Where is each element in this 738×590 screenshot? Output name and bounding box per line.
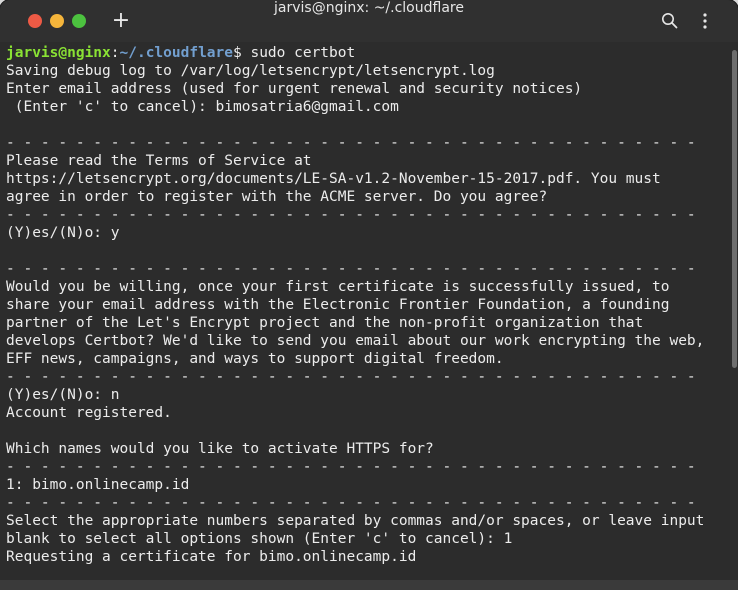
terminal-line: Saving debug log to /var/log/letsencrypt… <box>6 63 495 79</box>
terminal-line: Enter email address (used for urgent ren… <box>6 81 583 97</box>
terminal-line: - - - - - - - - - - - - - - - - - - - - … <box>6 207 696 223</box>
terminal-line: blank to select all options shown (Enter… <box>6 531 513 547</box>
prompt-end: $ <box>233 45 251 61</box>
search-icon[interactable] <box>660 11 680 31</box>
terminal-lines: Saving debug log to /var/log/letsencrypt… <box>6 63 704 565</box>
terminal-line: https://letsencrypt.org/documents/LE-SA-… <box>6 171 661 187</box>
close-button[interactable] <box>28 14 42 28</box>
kebab-menu-icon[interactable] <box>695 11 715 31</box>
terminal-text: jarvis@nginx:~/.cloudflare$ sudo certbot… <box>6 44 704 566</box>
terminal-line: - - - - - - - - - - - - - - - - - - - - … <box>6 261 696 277</box>
terminal-line: 1: bimo.onlinecamp.id <box>6 477 190 493</box>
plus-icon[interactable]: + <box>110 8 132 34</box>
prompt-path: ~/.cloudflare <box>119 45 234 61</box>
bottom-edge <box>0 580 738 590</box>
terminal-line: agree in order to register with the ACME… <box>6 189 548 205</box>
terminal-line: (Y)es/(N)o: n <box>6 387 120 403</box>
terminal-line: (Enter 'c' to cancel): bimosatria6@gmail… <box>6 99 399 115</box>
prompt-user: jarvis@nginx <box>6 45 111 61</box>
minimize-button[interactable] <box>50 14 64 28</box>
terminal-line: Which names would you like to activate H… <box>6 441 434 457</box>
command-text: sudo certbot <box>250 45 356 61</box>
terminal-line: - - - - - - - - - - - - - - - - - - - - … <box>6 135 696 151</box>
window-title: jarvis@nginx: ~/.cloudflare <box>274 0 464 16</box>
terminal-line: share your email address with the Electr… <box>6 297 670 313</box>
terminal-line: - - - - - - - - - - - - - - - - - - - - … <box>6 369 696 385</box>
terminal-line: Please read the Terms of Service at <box>6 153 312 169</box>
terminal-line: (Y)es/(N)o: y <box>6 225 120 241</box>
terminal-window: + jarvis@nginx: ~/.cloudflare jarvis@ngi… <box>0 0 738 590</box>
terminal-line: Requesting a certificate for bimo.online… <box>6 549 417 565</box>
scrollbar-thumb[interactable] <box>732 50 737 368</box>
terminal-line: partner of the Let's Encrypt project and… <box>6 315 644 331</box>
terminal-line: - - - - - - - - - - - - - - - - - - - - … <box>6 459 696 475</box>
terminal-line: develops Certbot? We'd like to send you … <box>6 333 705 349</box>
terminal-line: - - - - - - - - - - - - - - - - - - - - … <box>6 495 696 511</box>
prompt-separator: : <box>110 45 120 61</box>
terminal-line: Account registered. <box>6 405 172 421</box>
terminal-line: Select the appropriate numbers separated… <box>6 513 705 529</box>
maximize-button[interactable] <box>72 14 86 28</box>
terminal-line: EFF news, campaigns, and ways to support… <box>6 351 504 367</box>
title-bar[interactable]: + jarvis@nginx: ~/.cloudflare <box>0 0 738 43</box>
terminal-line: Would you be willing, once your first ce… <box>6 279 670 295</box>
terminal-output[interactable]: jarvis@nginx:~/.cloudflare$ sudo certbot… <box>0 42 730 590</box>
